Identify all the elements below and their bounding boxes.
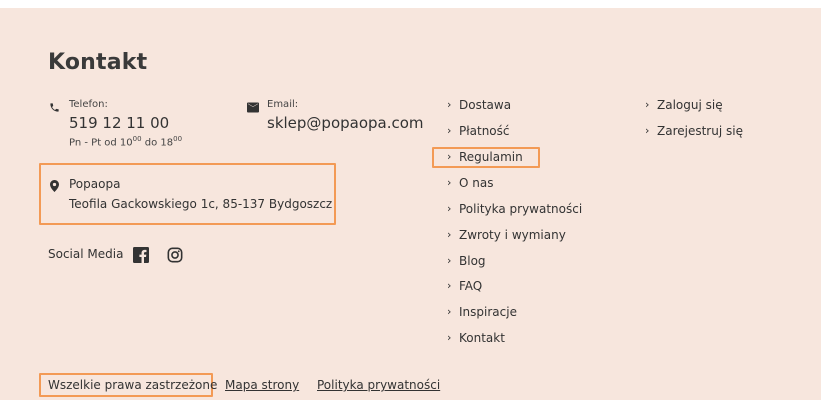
instagram-icon[interactable]: [167, 247, 183, 263]
chevron-right-icon: ›: [645, 124, 650, 137]
chevron-right-icon: ›: [447, 279, 452, 292]
phone-label: Telefon:: [69, 99, 108, 110]
footer: Kontakt Telefon: 519 12 11 00 Pn - Pt od…: [0, 8, 821, 400]
chevron-right-icon: ›: [447, 98, 452, 111]
chevron-right-icon: ›: [645, 98, 650, 111]
nav-item-register[interactable]: › Zarejestruj się: [645, 123, 743, 139]
chevron-right-icon: ›: [447, 202, 452, 215]
nav-item-login[interactable]: › Zaloguj się: [645, 97, 723, 113]
address-highlight-box: [39, 163, 336, 225]
mail-icon: [247, 98, 259, 117]
chevron-right-icon: ›: [447, 254, 452, 267]
sitemap-link[interactable]: Mapa strony: [225, 378, 299, 392]
phone-icon: [49, 98, 60, 117]
nav-item-zwroty[interactable]: › Zwroty i wymiany: [447, 227, 566, 243]
email-address[interactable]: sklep@popaopa.com: [267, 114, 424, 132]
nav-item-o-nas[interactable]: › O nas: [447, 175, 493, 191]
privacy-policy-link[interactable]: Polityka prywatności: [317, 378, 440, 392]
chevron-right-icon: ›: [447, 228, 452, 241]
address-name: Popaopa: [69, 177, 121, 191]
chevron-right-icon: ›: [447, 331, 452, 344]
rights-text: Wszelkie prawa zastrzeżone: [48, 378, 218, 392]
chevron-right-icon: ›: [447, 124, 452, 137]
chevron-right-icon: ›: [447, 305, 452, 318]
nav-item-blog[interactable]: › Blog: [447, 253, 486, 269]
address-street: Teofila Gackowskiego 1c, 85-137 Bydgoszc…: [69, 197, 333, 211]
contact-heading: Kontakt: [48, 50, 148, 75]
social-media-label: Social Media: [48, 247, 124, 261]
phone-hours: Pn - Pt od 1000 do 1800: [69, 135, 183, 149]
regulamin-highlight-box: [432, 147, 540, 168]
nav-item-dostawa[interactable]: › Dostawa: [447, 97, 511, 113]
chevron-right-icon: ›: [447, 176, 452, 189]
nav-item-platnosc[interactable]: › Płatność: [447, 123, 510, 139]
nav-item-kontakt[interactable]: › Kontakt: [447, 330, 505, 346]
nav-item-faq[interactable]: › FAQ: [447, 278, 482, 294]
email-label: Email:: [267, 99, 299, 110]
facebook-icon[interactable]: [133, 247, 149, 263]
phone-number[interactable]: 519 12 11 00: [69, 114, 169, 132]
nav-item-polityka-prywatnosci[interactable]: › Polityka prywatności: [447, 201, 582, 217]
nav-item-inspiracje[interactable]: › Inspiracje: [447, 304, 517, 320]
location-pin-icon: [50, 177, 59, 196]
